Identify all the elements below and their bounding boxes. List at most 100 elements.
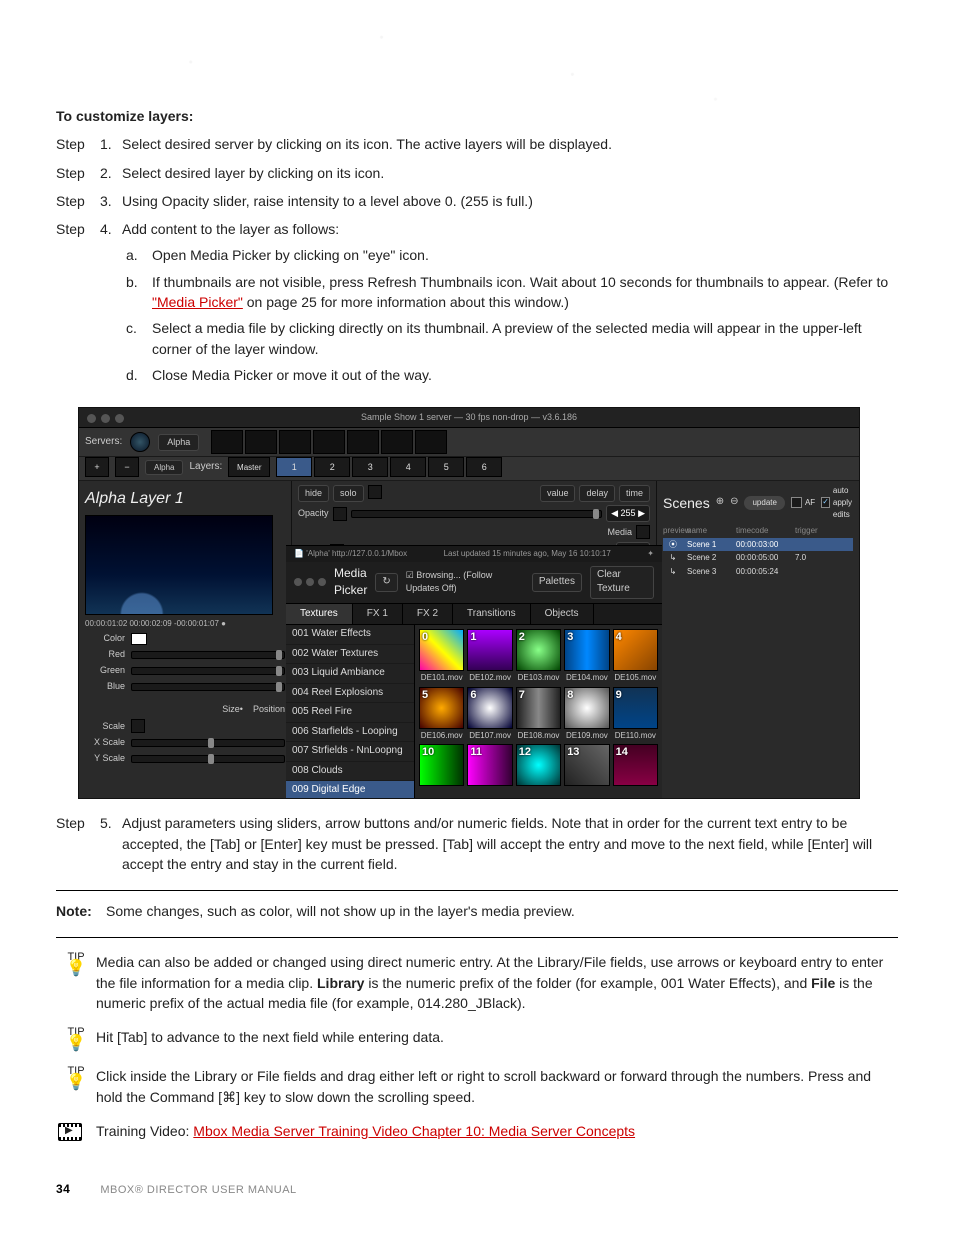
- note-text: Some changes, such as color, will not sh…: [106, 901, 575, 921]
- substep-text: Open Media Picker by clicking on "eye" i…: [152, 245, 898, 265]
- remove-scene-icon[interactable]: ⊖: [730, 495, 738, 510]
- scale-lock-icon[interactable]: [131, 719, 145, 733]
- opacity-field[interactable]: ◀ 255 ▶: [606, 505, 650, 522]
- time-button[interactable]: time: [619, 485, 650, 502]
- green-slider[interactable]: [131, 667, 285, 675]
- auto-apply-checkbox[interactable]: auto apply edits: [821, 485, 854, 520]
- mp-list-item[interactable]: 006 Starfields - Looping: [286, 723, 414, 743]
- refresh-icon[interactable]: ↻: [375, 573, 397, 592]
- mp-thumbnail[interactable]: 8DE109.mov: [564, 687, 609, 742]
- mp-list-item[interactable]: 003 Liquid Ambiance: [286, 664, 414, 684]
- solo-button[interactable]: solo: [333, 485, 364, 502]
- clear-texture-button[interactable]: Clear Texture: [590, 566, 654, 599]
- mp-thumbnail[interactable]: 0DE101.mov: [419, 629, 464, 684]
- mp-list-item[interactable]: 001 Water Effects: [286, 625, 414, 645]
- mp-list-item[interactable]: 007 Strfields - NnLoopng: [286, 742, 414, 762]
- mp-list-item[interactable]: 005 Reel Fire: [286, 703, 414, 723]
- red-slider[interactable]: [131, 651, 285, 659]
- substep-label: c.: [126, 318, 152, 359]
- mp-tab[interactable]: Objects: [531, 604, 594, 625]
- scene-row[interactable]: ↳Scene 3 00:00:05:24: [663, 565, 853, 579]
- media-label: Media: [607, 526, 632, 539]
- blue-label: Blue: [85, 680, 125, 693]
- step-number: 2.: [100, 163, 122, 183]
- scene-row[interactable]: ⦿Scene 1 00:00:03:00: [663, 538, 853, 552]
- server-chip[interactable]: Alpha: [158, 434, 199, 451]
- browsing-status: ☑ Browsing... (Follow Updates Off): [406, 569, 524, 595]
- xscale-label: X Scale: [85, 736, 125, 749]
- layer-tab[interactable]: 1: [276, 457, 312, 477]
- tip-icon: TIP💡: [56, 1066, 96, 1091]
- step-number: 5.: [100, 813, 122, 874]
- page-footer: 34MBOX® DIRECTOR USER MANUAL: [56, 1181, 898, 1199]
- update-button[interactable]: update: [744, 496, 784, 510]
- mp-tab[interactable]: Transitions: [453, 604, 531, 625]
- delay-button[interactable]: delay: [579, 485, 615, 502]
- step-label: Step: [56, 219, 100, 239]
- wand-icon[interactable]: ✦: [647, 548, 654, 560]
- tip-text: Click inside the Library or File fields …: [96, 1066, 898, 1107]
- xscale-slider[interactable]: [131, 739, 285, 747]
- palettes-button[interactable]: Palettes: [532, 573, 582, 592]
- layer-tab[interactable]: 5: [428, 457, 464, 477]
- layer-tab[interactable]: 6: [466, 457, 502, 477]
- mp-list-item[interactable]: 002 Water Textures: [286, 645, 414, 665]
- media-picker-link[interactable]: "Media Picker": [152, 294, 243, 310]
- mp-list-item[interactable]: 009 Digital Edge: [286, 781, 414, 799]
- green-label: Green: [85, 664, 125, 677]
- mp-thumbnail[interactable]: 10: [419, 744, 464, 787]
- step-number: 3.: [100, 191, 122, 211]
- server-mini[interactable]: Alpha: [145, 460, 183, 476]
- opacity-box[interactable]: [333, 507, 347, 521]
- scene-row[interactable]: ↳Scene 2 00:00:05:007.0: [663, 551, 853, 565]
- master-tab[interactable]: Master: [228, 457, 270, 477]
- mp-thumbnail[interactable]: 1DE102.mov: [467, 629, 512, 684]
- server-icon[interactable]: [130, 432, 150, 452]
- af-checkbox[interactable]: AF: [791, 497, 815, 509]
- mp-list-item[interactable]: 008 Clouds: [286, 762, 414, 782]
- minus-button[interactable]: −: [115, 457, 139, 477]
- plus-button[interactable]: +: [85, 457, 109, 477]
- mp-thumbnail[interactable]: 7DE108.mov: [516, 687, 561, 742]
- step-text: Select desired layer by clicking on its …: [122, 163, 898, 183]
- mp-thumbnail[interactable]: 6DE107.mov: [467, 687, 512, 742]
- opacity-lock-icon[interactable]: [368, 485, 382, 499]
- mp-tab[interactable]: FX 1: [353, 604, 403, 625]
- mp-thumbnail[interactable]: 14: [613, 744, 658, 787]
- yscale-slider[interactable]: [131, 755, 285, 763]
- mp-window-controls: [294, 578, 326, 586]
- video-icon: [56, 1121, 96, 1141]
- add-scene-icon[interactable]: ⊕: [716, 495, 724, 510]
- substep-label: d.: [126, 365, 152, 385]
- mp-thumbnail[interactable]: 11: [467, 744, 512, 787]
- mp-list-item[interactable]: 004 Reel Explosions: [286, 684, 414, 704]
- layer-tab[interactable]: 4: [390, 457, 426, 477]
- mp-thumbnail[interactable]: 3DE104.mov: [564, 629, 609, 684]
- mp-tab[interactable]: FX 2: [403, 604, 453, 625]
- media-box[interactable]: [636, 525, 650, 539]
- scale-label: Scale: [85, 720, 125, 733]
- color-swatch[interactable]: [131, 633, 147, 645]
- mp-thumbnail[interactable]: 13: [564, 744, 609, 787]
- blue-slider[interactable]: [131, 683, 285, 691]
- window-controls: [87, 414, 124, 423]
- layer-tab[interactable]: 3: [352, 457, 388, 477]
- mp-thumbnail[interactable]: 4DE105.mov: [613, 629, 658, 684]
- step-number: 4.: [100, 219, 122, 239]
- mp-thumbnail[interactable]: 9DE110.mov: [613, 687, 658, 742]
- mp-thumbnail[interactable]: 2DE103.mov: [516, 629, 561, 684]
- video-link[interactable]: Mbox Media Server Training Video Chapter…: [193, 1123, 635, 1139]
- servers-label: Servers:: [85, 435, 122, 450]
- mp-thumbnail[interactable]: 12: [516, 744, 561, 787]
- step-label: Step: [56, 134, 100, 154]
- color-label: Color: [85, 632, 125, 645]
- mp-tab[interactable]: Textures: [286, 604, 353, 625]
- layer-title: Alpha Layer 1: [85, 487, 285, 510]
- mp-thumbnail[interactable]: 5DE106.mov: [419, 687, 464, 742]
- layer-tab[interactable]: 2: [314, 457, 350, 477]
- step-label: Step: [56, 813, 100, 874]
- opacity-slider[interactable]: [351, 510, 603, 518]
- window-title: Sample Show 1 server — 30 fps non-drop —…: [79, 408, 859, 428]
- hide-button[interactable]: hide: [298, 485, 329, 502]
- value-button[interactable]: value: [540, 485, 576, 502]
